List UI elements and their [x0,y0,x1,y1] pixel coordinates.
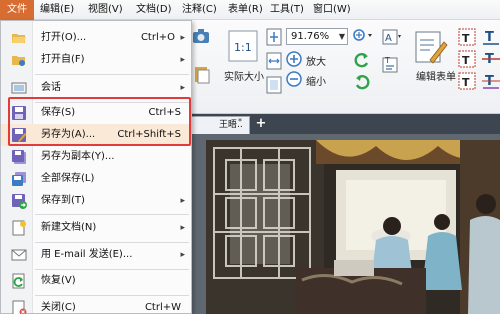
chevron-down-icon[interactable]: ▼ [339,29,345,44]
menu-item-label: 用 E-mail 发送(E)... [41,249,133,260]
menu-item-open-from[interactable]: 打开自(F) ▸ [1,49,191,71]
svg-text:A: A [385,33,392,44]
menu-item-label: 打开自(F) [41,54,85,65]
edit-form-label[interactable]: 编辑表单 [416,68,456,83]
menu-item-label: 会话 [41,82,61,93]
menu-item-label: 全部保存(L) [41,173,95,184]
svg-text:1:1: 1:1 [234,41,252,54]
menu-item-send-email[interactable]: 用 E-mail 发送(E)... ▸ [1,244,191,266]
menu-view[interactable]: 视图(V) [84,0,127,20]
replace-text-icon[interactable]: T [482,72,500,90]
menu-document[interactable]: 文档(D) [132,0,176,20]
submenu-arrow-icon: ▸ [180,83,185,93]
zoom-combobox[interactable]: 91.76% ▼ [286,28,348,45]
folder-open-icon [12,34,26,43]
floppy-disk-copy-icon [12,150,26,164]
close-document-icon [12,300,27,314]
menu-file[interactable]: 文件 [0,0,34,20]
menu-tools[interactable]: 工具(T) [266,0,308,20]
modified-marker: * [238,117,242,126]
menu-separator [35,214,189,215]
menu-window[interactable]: 窗口(W) [309,0,355,20]
menu-item-save-all[interactable]: 全部保存(L) [1,168,191,190]
folder-icon [12,56,25,66]
rotate-left-icon[interactable] [354,52,370,68]
new-document-icon [12,220,26,236]
svg-text:T: T [384,56,390,65]
menu-item-new-document[interactable]: 新建文档(N) ▸ [1,217,191,239]
submenu-arrow-icon: ▸ [180,250,185,260]
file-menu-dropdown: 打开(O)... Ctrl+O ▸ 打开自(F) ▸ 会话 ▸ 保存(S) Ct… [0,20,192,314]
svg-text:T: T [462,54,470,67]
snapshot-icon[interactable] [192,28,210,44]
strikeout-text-icon[interactable]: T [482,50,500,68]
menu-item-label: 关闭(C) [41,302,76,313]
fit-width-icon[interactable] [266,52,282,70]
submenu-arrow-icon: ▸ [180,55,185,65]
magnifier-icon[interactable] [352,28,374,44]
new-tab-button[interactable]: + [254,116,268,132]
menu-item-save-copy[interactable]: 另存为副本(Y)... [1,146,191,168]
zoom-out-icon[interactable] [286,71,302,87]
fit-visible-icon[interactable] [266,76,282,94]
menu-item-close[interactable]: 关闭(C) Ctrl+W [1,297,191,314]
menu-item-revert[interactable]: 恢复(V) [1,270,191,292]
floppy-disk-arrow-icon [12,194,27,209]
zoom-out-label[interactable]: 缩小 [306,73,326,88]
menu-item-open[interactable]: 打开(O)... Ctrl+O ▸ [1,27,191,49]
submenu-arrow-icon: ▸ [180,33,185,43]
svg-text:T: T [462,76,470,89]
menu-edit[interactable]: 编辑(E) [36,0,78,20]
submenu-arrow-icon: ▸ [180,196,185,206]
menu-separator [35,295,189,296]
document-page-image [206,140,500,314]
zoom-value: 91.76% [291,31,330,42]
menu-item-label: 打开(O)... [41,32,87,43]
revert-icon [12,273,25,289]
fit-page-icon[interactable] [266,28,282,46]
menu-item-save-to[interactable]: 保存到(T) ▸ [1,190,191,212]
paste-icon[interactable] [194,64,210,84]
session-icon [11,82,27,94]
actual-size-icon[interactable]: 1:1 [228,30,258,62]
menu-item-label: 新建文档(N) [41,222,97,233]
edit-form-icon[interactable] [414,30,448,66]
menu-bar: 文件 编辑(E) 视图(V) 文档(D) 注释(C) 表单(R) 工具(T) 窗… [0,0,500,20]
menu-item-label: 恢复(V) [41,275,76,286]
menu-separator [35,242,189,243]
callout-icon[interactable]: T [458,50,476,68]
floppy-disk-stack-icon [12,172,26,186]
menu-item-shortcut: Ctrl+W [144,302,181,313]
area-highlight-icon[interactable]: T [458,72,476,90]
menu-item-shortcut: Ctrl+O [140,32,175,43]
underline-text-icon[interactable]: T [482,28,500,46]
menu-comment[interactable]: 注释(C) [178,0,221,20]
menu-item-session[interactable]: 会话 ▸ [1,77,191,99]
text-field-icon[interactable]: T [382,52,402,74]
typewriter-icon[interactable]: A [382,28,402,46]
actual-size-label[interactable]: 实际大小 [224,68,264,83]
rotate-right-icon[interactable] [354,74,370,90]
text-box-icon[interactable]: T [458,28,476,46]
zoom-in-label[interactable]: 放大 [306,53,326,68]
menu-separator [35,74,189,75]
svg-text:T: T [462,32,470,45]
menu-item-label: 另存为副本(Y)... [41,151,115,162]
menu-form[interactable]: 表单(R) [224,0,267,20]
email-icon [11,249,27,261]
submenu-arrow-icon: ▸ [180,223,185,233]
svg-text:T: T [485,30,494,45]
highlight-box [8,97,191,146]
menu-item-label: 保存到(T) [41,195,85,206]
zoom-in-icon[interactable] [286,51,302,67]
